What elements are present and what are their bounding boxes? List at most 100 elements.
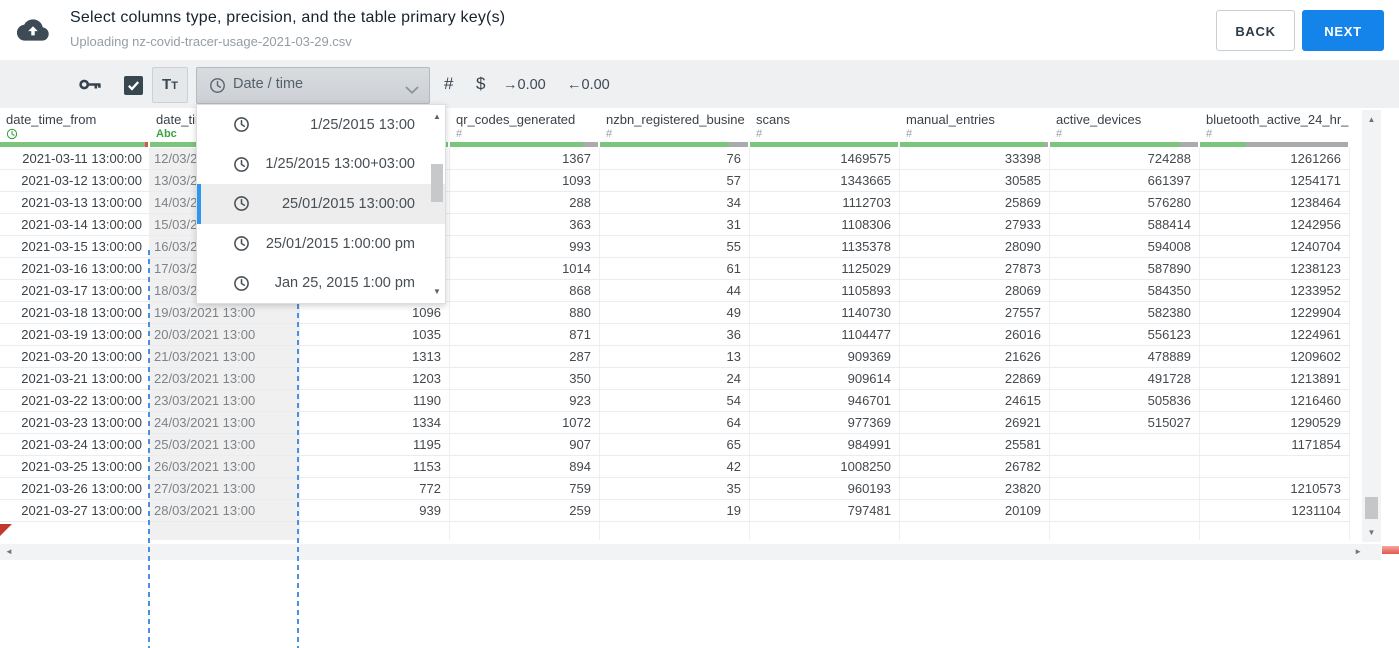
table-cell[interactable]: 2021-03-14 13:00:00 (0, 214, 150, 235)
table-cell[interactable]: 65 (600, 434, 750, 455)
column-header-qr_codes_generated[interactable]: qr_codes_generated # (450, 108, 600, 142)
table-cell[interactable]: 1224961 (1200, 324, 1350, 345)
table-cell[interactable]: 288 (450, 192, 600, 213)
table-cell[interactable]: 26016 (900, 324, 1050, 345)
table-cell[interactable]: 1334 (300, 412, 450, 433)
table-cell[interactable]: 587890 (1050, 258, 1200, 279)
table-cell[interactable]: 1140730 (750, 302, 900, 323)
table-cell[interactable]: 1112703 (750, 192, 900, 213)
table-cell[interactable]: 31 (600, 214, 750, 235)
table-cell[interactable]: 505836 (1050, 390, 1200, 411)
table-cell[interactable] (1050, 434, 1200, 455)
table-cell[interactable]: 977369 (750, 412, 900, 433)
table-cell[interactable]: 49 (600, 302, 750, 323)
table-cell[interactable]: 64 (600, 412, 750, 433)
table-cell[interactable]: 363 (450, 214, 600, 235)
table-cell[interactable] (1050, 456, 1200, 477)
column-header-nzbn_registered_busine[interactable]: nzbn_registered_busine # (600, 108, 750, 142)
boolean-type-checkbox[interactable] (124, 76, 143, 95)
table-cell[interactable]: 894 (450, 456, 600, 477)
date-format-option[interactable]: 25/01/2015 13:00:00 (197, 184, 445, 224)
table-cell[interactable]: 2021-03-16 13:00:00 (0, 258, 150, 279)
table-cell[interactable]: 661397 (1050, 170, 1200, 191)
table-cell[interactable] (1050, 478, 1200, 499)
table-cell[interactable]: 2021-03-13 13:00:00 (0, 192, 150, 213)
table-cell[interactable]: 24 (600, 368, 750, 389)
table-cell[interactable]: 909369 (750, 346, 900, 367)
table-cell[interactable]: 871 (450, 324, 600, 345)
table-cell[interactable]: 21/03/2021 13:00 (150, 346, 300, 367)
table-cell[interactable]: 259 (450, 500, 600, 521)
table-cell[interactable]: 33398 (900, 148, 1050, 169)
scroll-left-icon[interactable]: ◄ (5, 547, 13, 556)
text-type-button[interactable]: Tt (152, 67, 188, 103)
table-cell[interactable]: 1209602 (1200, 346, 1350, 367)
table-cell[interactable]: 880 (450, 302, 600, 323)
table-cell[interactable]: 2021-03-25 13:00:00 (0, 456, 150, 477)
table-cell[interactable]: 76 (600, 148, 750, 169)
table-cell[interactable]: 907 (450, 434, 600, 455)
table-cell[interactable]: 1238123 (1200, 258, 1350, 279)
table-cell[interactable]: 1105893 (750, 280, 900, 301)
horizontal-scrollbar[interactable]: ◄ ► (0, 544, 1381, 560)
scroll-right-icon[interactable]: ► (1354, 547, 1362, 556)
table-cell[interactable]: 23/03/2021 13:00 (150, 390, 300, 411)
table-cell[interactable]: 1242956 (1200, 214, 1350, 235)
table-cell[interactable]: 1135378 (750, 236, 900, 257)
table-cell[interactable]: 21626 (900, 346, 1050, 367)
table-cell[interactable]: 2021-03-27 13:00:00 (0, 500, 150, 521)
table-cell[interactable]: 20/03/2021 13:00 (150, 324, 300, 345)
increase-decimal-button[interactable]: →0.00 (503, 77, 546, 93)
column-header-date_time_from[interactable]: date_time_from (0, 108, 150, 142)
table-cell[interactable]: 34 (600, 192, 750, 213)
column-header-scans[interactable]: scans # (750, 108, 900, 142)
table-cell[interactable]: 2021-03-12 13:00:00 (0, 170, 150, 191)
table-cell[interactable]: 1104477 (750, 324, 900, 345)
table-cell[interactable]: 1153 (300, 456, 450, 477)
column-header-active_devices[interactable]: active_devices # (1050, 108, 1200, 142)
table-cell[interactable]: 20109 (900, 500, 1050, 521)
decrease-decimal-button[interactable]: ←0.00 (567, 77, 610, 93)
table-cell[interactable]: 55 (600, 236, 750, 257)
table-cell[interactable]: 19/03/2021 13:00 (150, 302, 300, 323)
datetime-type-dropdown[interactable]: Date / time (196, 67, 430, 104)
table-cell[interactable]: 1229904 (1200, 302, 1350, 323)
table-cell[interactable]: 797481 (750, 500, 900, 521)
table-cell[interactable]: 594008 (1050, 236, 1200, 257)
table-cell[interactable]: 478889 (1050, 346, 1200, 367)
table-cell[interactable]: 1108306 (750, 214, 900, 235)
table-cell[interactable] (1200, 456, 1350, 477)
table-cell[interactable]: 939 (300, 500, 450, 521)
table-cell[interactable]: 556123 (1050, 324, 1200, 345)
integer-type-button[interactable]: # (444, 74, 453, 94)
date-format-option[interactable]: Jan 25, 2015 1:00 pm (197, 263, 445, 303)
table-cell[interactable]: 1072 (450, 412, 600, 433)
table-cell[interactable]: 491728 (1050, 368, 1200, 389)
column-header-manual_entries[interactable]: manual_entries # (900, 108, 1050, 142)
table-cell[interactable]: 584350 (1050, 280, 1200, 301)
table-cell[interactable]: 26921 (900, 412, 1050, 433)
scroll-down-icon[interactable]: ▼ (1362, 528, 1381, 537)
table-cell[interactable]: 26782 (900, 456, 1050, 477)
table-cell[interactable]: 25869 (900, 192, 1050, 213)
table-cell[interactable] (1050, 500, 1200, 521)
table-cell[interactable]: 515027 (1050, 412, 1200, 433)
table-cell[interactable]: 993 (450, 236, 600, 257)
table-cell[interactable]: 588414 (1050, 214, 1200, 235)
table-cell[interactable]: 1190 (300, 390, 450, 411)
table-cell[interactable]: 2021-03-11 13:00:00 (0, 148, 150, 169)
table-cell[interactable]: 54 (600, 390, 750, 411)
table-cell[interactable]: 57 (600, 170, 750, 191)
column-header-bluetooth_active_24_hr_[interactable]: bluetooth_active_24_hr_ # (1200, 108, 1350, 142)
table-cell[interactable]: 27933 (900, 214, 1050, 235)
table-cell[interactable]: 1240704 (1200, 236, 1350, 257)
table-cell[interactable]: 2021-03-26 13:00:00 (0, 478, 150, 499)
table-cell[interactable]: 1290529 (1200, 412, 1350, 433)
table-cell[interactable]: 868 (450, 280, 600, 301)
table-cell[interactable]: 1261266 (1200, 148, 1350, 169)
table-cell[interactable]: 19 (600, 500, 750, 521)
table-cell[interactable]: 1313 (300, 346, 450, 367)
table-cell[interactable]: 923 (450, 390, 600, 411)
table-cell[interactable]: 28/03/2021 13:00 (150, 500, 300, 521)
table-cell[interactable]: 42 (600, 456, 750, 477)
